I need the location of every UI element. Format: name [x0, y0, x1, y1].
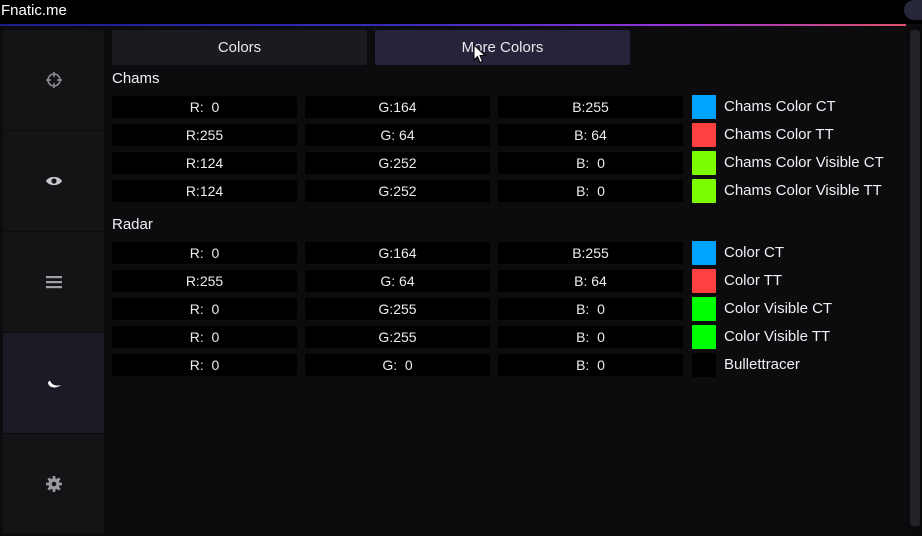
- sidebar-item-visuals[interactable]: [3, 131, 104, 231]
- color-name-label: Chams Color Visible CT: [724, 154, 884, 171]
- color-name-label: Color Visible TT: [724, 328, 831, 345]
- blue-value-field[interactable]: B: 0: [498, 354, 683, 376]
- red-value-field[interactable]: R:124: [112, 152, 297, 174]
- green-value-field[interactable]: G:164: [305, 96, 490, 118]
- menu-icon: [45, 276, 62, 289]
- green-value-field[interactable]: G:252: [305, 180, 490, 202]
- green-value-field[interactable]: G:255: [305, 326, 490, 348]
- color-name-label: Color TT: [724, 272, 783, 289]
- color-swatch[interactable]: [692, 269, 716, 293]
- color-name-label: Chams Color CT: [724, 98, 836, 115]
- color-swatch[interactable]: [692, 297, 716, 321]
- title-gradient-line: [0, 24, 906, 26]
- blue-value-field[interactable]: B: 0: [498, 180, 683, 202]
- blue-value-field[interactable]: B: 0: [498, 152, 683, 174]
- tab-colors[interactable]: Colors: [112, 30, 367, 65]
- red-value-field[interactable]: R: 0: [112, 242, 297, 264]
- scrollbar-thumb[interactable]: [910, 30, 920, 526]
- gear-icon: [45, 476, 62, 492]
- window-button[interactable]: [904, 0, 922, 20]
- eye-icon: [45, 176, 62, 186]
- title-bar: Fnatic.me: [0, 0, 922, 24]
- red-value-field[interactable]: R: 0: [112, 326, 297, 348]
- blue-value-field[interactable]: B: 0: [498, 298, 683, 320]
- section-title-radar: Radar: [112, 216, 153, 233]
- sidebar-item-settings[interactable]: [3, 434, 104, 534]
- sidebar-item-misc[interactable]: [3, 232, 104, 332]
- color-swatch[interactable]: [692, 325, 716, 349]
- color-swatch[interactable]: [692, 179, 716, 203]
- color-swatch[interactable]: [692, 241, 716, 265]
- red-value-field[interactable]: R:255: [112, 270, 297, 292]
- section-title-chams: Chams: [112, 70, 160, 87]
- moon-icon: [47, 380, 61, 388]
- color-name-label: Color Visible CT: [724, 300, 833, 317]
- mouse-cursor-icon: [473, 44, 487, 64]
- tab-more-colors[interactable]: More Colors: [375, 30, 630, 65]
- blue-value-field[interactable]: B: 64: [498, 124, 683, 146]
- blue-value-field[interactable]: B: 0: [498, 326, 683, 348]
- green-value-field[interactable]: G:164: [305, 242, 490, 264]
- red-value-field[interactable]: R: 0: [112, 354, 297, 376]
- red-value-field[interactable]: R: 0: [112, 298, 297, 320]
- red-value-field[interactable]: R:255: [112, 124, 297, 146]
- green-value-field[interactable]: G:252: [305, 152, 490, 174]
- color-name-label: Chams Color Visible TT: [724, 182, 882, 199]
- color-swatch[interactable]: [692, 353, 716, 377]
- green-value-field[interactable]: G: 64: [305, 124, 490, 146]
- color-name-label: Color CT: [724, 244, 785, 261]
- red-value-field[interactable]: R:124: [112, 180, 297, 202]
- blue-value-field[interactable]: B: 64: [498, 270, 683, 292]
- red-value-field[interactable]: R: 0: [112, 96, 297, 118]
- green-value-field[interactable]: G:255: [305, 298, 490, 320]
- green-value-field[interactable]: G: 0: [305, 354, 490, 376]
- green-value-field[interactable]: G: 64: [305, 270, 490, 292]
- crosshair-icon: [45, 72, 62, 88]
- sidebar-item-aimbot[interactable]: [3, 30, 104, 130]
- color-swatch[interactable]: [692, 123, 716, 147]
- sidebar-item-colors[interactable]: [3, 333, 104, 433]
- blue-value-field[interactable]: B:255: [498, 242, 683, 264]
- color-swatch[interactable]: [692, 151, 716, 175]
- app-title: Fnatic.me: [1, 2, 67, 19]
- color-swatch[interactable]: [692, 95, 716, 119]
- blue-value-field[interactable]: B:255: [498, 96, 683, 118]
- sidebar: [3, 30, 104, 536]
- color-name-label: Chams Color TT: [724, 126, 834, 143]
- color-name-label: Bullettracer: [724, 356, 800, 373]
